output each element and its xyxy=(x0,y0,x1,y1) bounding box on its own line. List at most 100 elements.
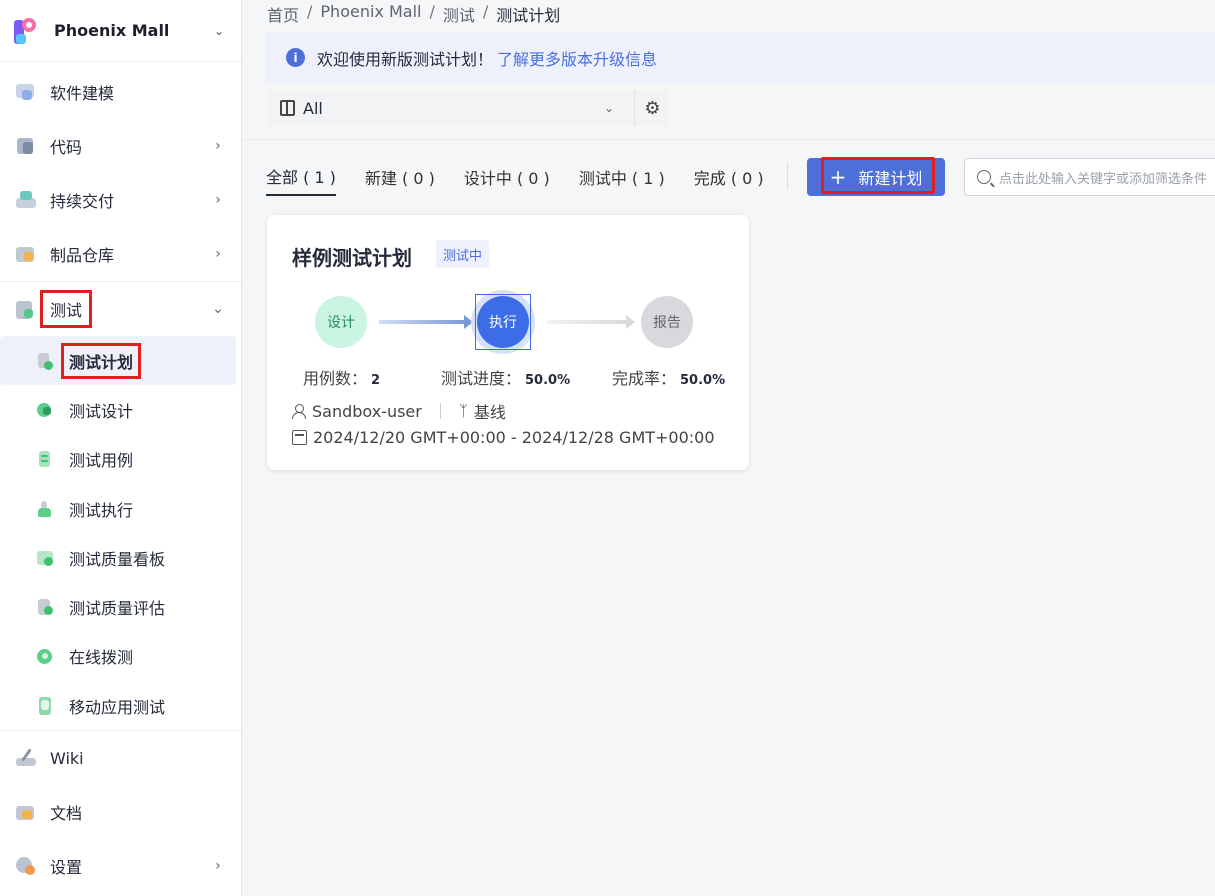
flow-arrow xyxy=(379,315,473,329)
notice-link[interactable]: 了解更多版本升级信息 xyxy=(497,46,657,70)
breadcrumb-separator: / xyxy=(307,2,313,21)
sidebar-subitem-test-case[interactable]: 测试用例 xyxy=(0,435,241,484)
chevron-right-icon: › xyxy=(215,858,221,875)
sidebar-subitem-label: 测试质量看板 xyxy=(69,549,166,569)
tab-done[interactable]: 完成 ( 0 ) xyxy=(694,158,764,196)
search-input[interactable]: 点击此处输入关键字或添加筛选条件 xyxy=(964,158,1215,196)
breadcrumb-separator: / xyxy=(429,2,435,21)
sidebar-subitem-mobile-test[interactable]: 移动应用测试 xyxy=(0,681,241,730)
view-select-value: All xyxy=(303,98,323,118)
artifact-icon xyxy=(14,242,38,266)
project-name: Phoenix Mall xyxy=(54,21,170,40)
breadcrumb-current: 测试计划 xyxy=(496,6,561,25)
view-select[interactable]: All ⌄ xyxy=(266,90,634,126)
plan-title[interactable]: 样例测试计划 xyxy=(292,242,412,271)
sidebar-item-code[interactable]: 代码 › xyxy=(0,119,241,173)
mobile-test-icon xyxy=(36,696,54,715)
breadcrumb-home[interactable]: 首页 xyxy=(267,2,299,25)
step-design[interactable]: 设计 xyxy=(315,296,367,348)
sidebar-subitem-label: 测试设计 xyxy=(69,401,134,421)
view-filter: All ⌄ ⚙ xyxy=(266,90,671,126)
sidebar-item-settings[interactable]: 设置 › xyxy=(0,839,241,893)
sidebar-subitem-online-probe[interactable]: 在线拨测 xyxy=(0,632,241,681)
cases-value: 2 xyxy=(371,373,381,388)
code-icon xyxy=(14,134,38,158)
tab-designing[interactable]: 设计中 ( 0 ) xyxy=(464,158,550,196)
modeling-icon xyxy=(14,80,38,104)
sidebar-subitem-test-plan[interactable]: 测试计划 xyxy=(0,336,236,386)
cases-label: 用例数： xyxy=(303,369,368,388)
breadcrumb: 首页 / Phoenix Mall / 测试 / 测试计划 xyxy=(267,2,561,25)
chevron-down-icon[interactable]: ⌄ xyxy=(209,24,229,38)
tab-all[interactable]: 全部 ( 1 ) xyxy=(266,158,336,196)
divider xyxy=(787,162,788,190)
progress-value: 50.0% xyxy=(525,373,571,388)
sidebar-item-wiki[interactable]: Wiki xyxy=(0,731,241,785)
sidebar-item-test[interactable]: 测试 ⌄ xyxy=(0,282,241,336)
breadcrumb-test[interactable]: 测试 xyxy=(443,2,475,25)
settings-icon xyxy=(14,854,38,878)
test-execution-icon xyxy=(36,500,54,518)
sidebar-item-delivery[interactable]: 持续交付 › xyxy=(0,173,241,227)
sidebar-subitem-label: 测试执行 xyxy=(69,500,134,520)
sidebar-item-label: 设置 xyxy=(50,858,83,878)
plan-date-range: 2024/12/20 GMT+00:00 - 2024/12/28 GMT+00… xyxy=(313,428,715,447)
user-icon xyxy=(292,403,306,419)
plan-dates: 2024/12/20 GMT+00:00 - 2024/12/28 GMT+00… xyxy=(292,428,715,447)
progress-metric: 测试进度： 50.0% xyxy=(441,365,570,389)
sidebar-subitem-test-execution[interactable]: 测试执行 xyxy=(0,484,241,533)
calendar-icon xyxy=(292,430,307,445)
sidebar-item-docs[interactable]: 文档 xyxy=(0,785,241,839)
sidebar-subitem-label: 测试用例 xyxy=(69,451,134,471)
status-tabs: 全部 ( 1 ) 新建 ( 0 ) 设计中 ( 0 ) 测试中 ( 1 ) 完成… xyxy=(266,158,793,198)
info-icon: i xyxy=(286,48,305,67)
flow-arrow xyxy=(547,315,635,329)
chevron-down-icon: ⌄ xyxy=(212,301,224,317)
sidebar-item-modeling[interactable]: 软件建模 xyxy=(0,65,241,119)
sidebar-subitem-label: 测试质量评估 xyxy=(69,599,166,619)
breadcrumb-separator: / xyxy=(482,2,489,21)
main-content: 首页 / Phoenix Mall / 测试 / 测试计划 i 欢迎使用新版测试… xyxy=(243,0,1215,896)
plan-baseline: 基线 xyxy=(473,403,506,422)
progress-label: 测试进度： xyxy=(441,369,522,388)
sidebar-subitem-quality-assessment[interactable]: 测试质量评估 xyxy=(0,582,241,631)
plan-meta: Sandbox-user ᛉ 基线 xyxy=(292,399,506,423)
breadcrumb-project[interactable]: Phoenix Mall xyxy=(320,2,421,24)
chevron-down-icon: ⌄ xyxy=(604,101,615,115)
project-switcher[interactable]: Phoenix Mall ⌄ xyxy=(0,0,241,62)
sidebar-item-artifact[interactable]: 制品仓库 › xyxy=(0,227,241,281)
new-plan-button[interactable]: + 新建计划 xyxy=(807,158,945,196)
wiki-icon xyxy=(14,746,38,770)
test-case-icon xyxy=(36,450,54,468)
panel-icon xyxy=(280,100,295,116)
gear-icon[interactable]: ⚙ xyxy=(634,90,670,126)
sidebar-item-label: 持续交付 xyxy=(50,192,115,211)
sidebar-item-label: 测试 xyxy=(39,290,93,328)
sidebar-item-label: 代码 xyxy=(50,138,83,157)
delivery-icon xyxy=(14,188,38,212)
plus-icon: + xyxy=(829,165,847,189)
docs-icon xyxy=(14,800,38,824)
tab-new[interactable]: 新建 ( 0 ) xyxy=(365,158,435,196)
completion-label: 完成率： xyxy=(612,369,677,388)
project-logo-icon xyxy=(12,16,42,46)
test-plan-card[interactable]: 样例测试计划 测试中 设计 执行 报告 用例数： 2 测试进度： 50.0% 完成率… xyxy=(267,215,749,470)
new-plan-label: 新建计划 xyxy=(858,169,923,188)
notice-text: 欢迎使用新版测试计划！ xyxy=(317,49,494,69)
sidebar-subitem-quality-dashboard[interactable]: 测试质量看板 xyxy=(0,533,241,582)
sidebar-subitem-label: 移动应用测试 xyxy=(69,697,166,717)
step-report[interactable]: 报告 xyxy=(641,296,693,348)
branch-icon: ᛉ xyxy=(458,402,468,420)
online-probe-icon xyxy=(36,647,54,665)
chevron-right-icon: › xyxy=(215,138,221,154)
sidebar-item-label: Wiki xyxy=(50,748,84,768)
tab-testing[interactable]: 测试中 ( 1 ) xyxy=(579,158,665,196)
test-plan-icon xyxy=(36,352,54,370)
step-execute[interactable]: 执行 xyxy=(477,296,529,348)
sidebar-item-label: 文档 xyxy=(50,804,83,824)
sidebar-subitem-test-design[interactable]: 测试设计 xyxy=(0,385,241,434)
cases-metric: 用例数： 2 xyxy=(303,365,380,389)
chevron-right-icon: › xyxy=(215,192,221,208)
completion-metric: 完成率： 50.0% xyxy=(612,365,725,389)
sidebar-subitem-label: 测试计划 xyxy=(60,342,142,379)
